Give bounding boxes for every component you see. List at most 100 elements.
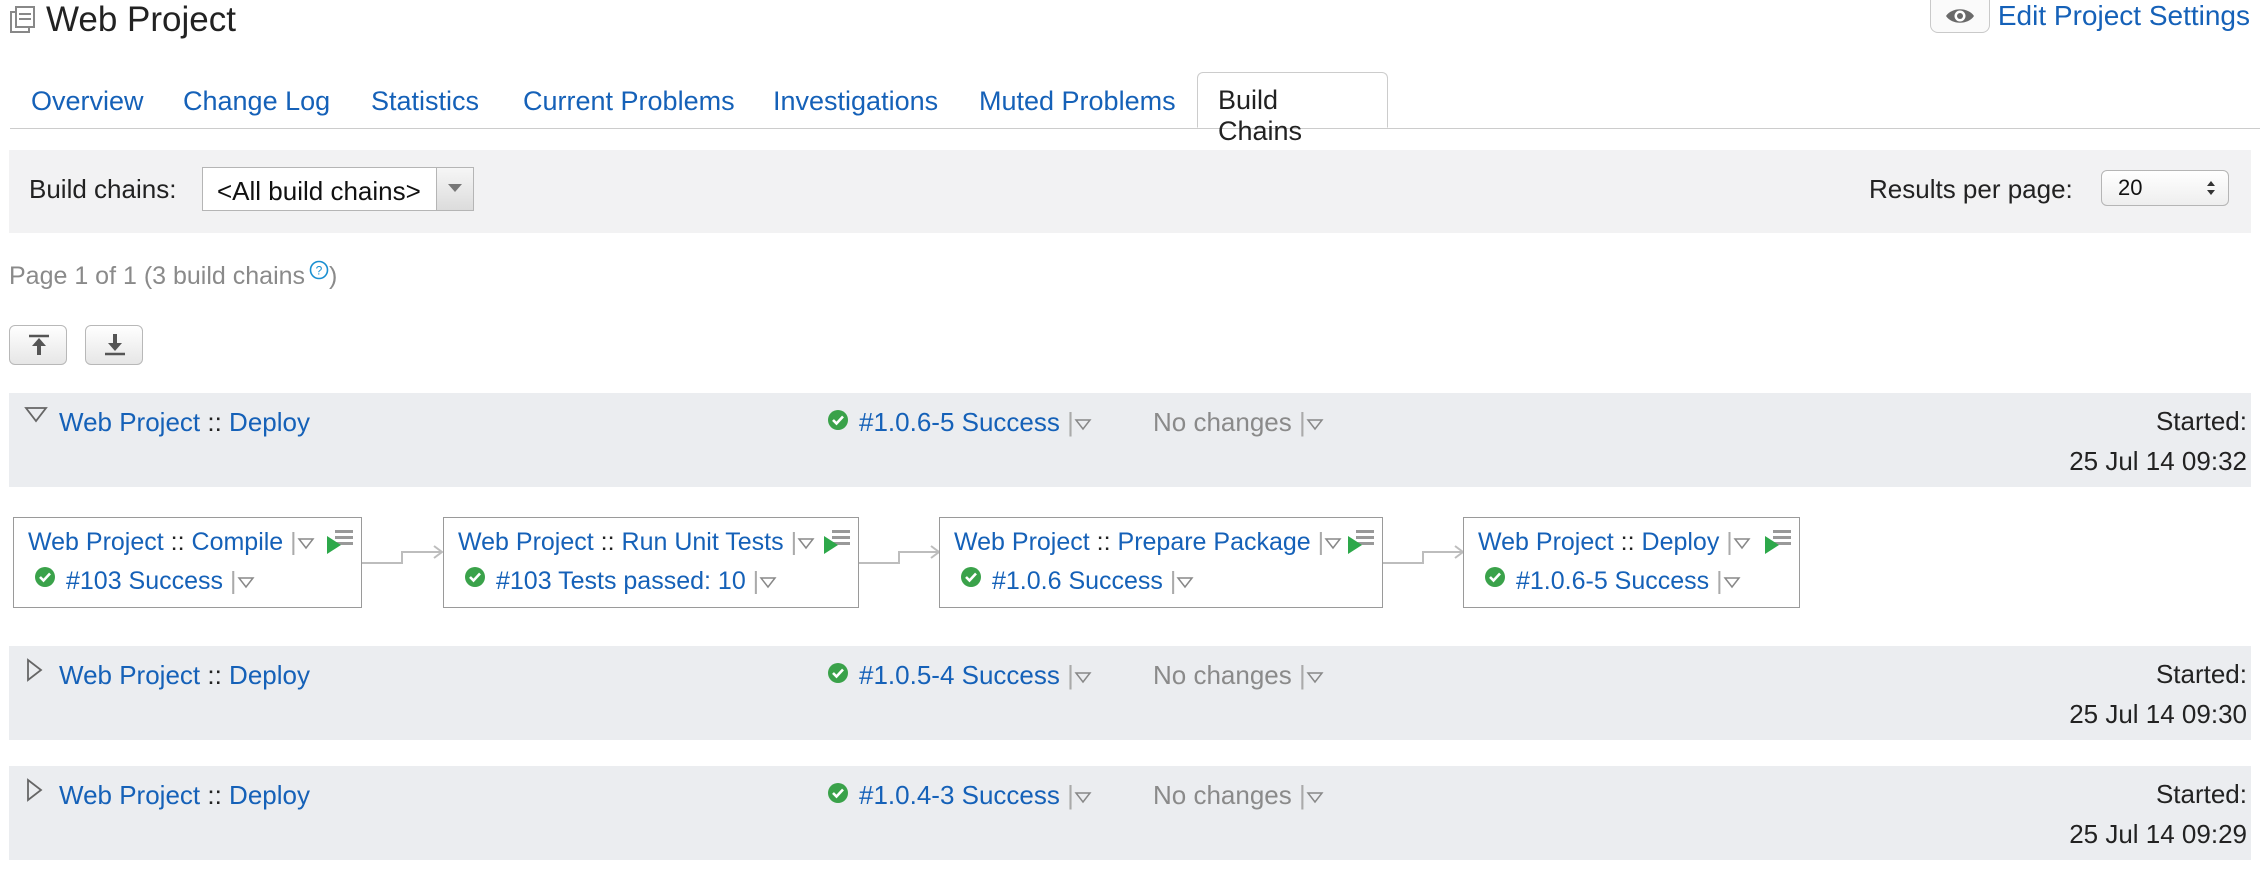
config-link[interactable]: Compile xyxy=(192,528,284,556)
chain-changes: No changes | xyxy=(1153,780,1324,811)
build-status-link[interactable]: #103 Success xyxy=(66,567,223,595)
select-arrows-icon xyxy=(2207,181,2215,195)
dropdown-triangle-icon[interactable] xyxy=(759,575,777,589)
separator: | xyxy=(1067,780,1074,810)
chain-build: #1.0.5-4 Success | xyxy=(827,660,1092,691)
chain-title-separator: :: xyxy=(200,407,230,437)
dropdown-triangle-icon[interactable] xyxy=(1074,417,1092,431)
config-link[interactable]: Run Unit Tests xyxy=(622,528,784,556)
project-link[interactable]: Web Project xyxy=(59,780,200,810)
run-build-icon[interactable] xyxy=(325,528,355,561)
chain-node-deploy: Web Project :: Deploy | #1.0.6-5 Success… xyxy=(1463,517,1800,608)
build-status-link[interactable]: #1.0.5-4 Success xyxy=(859,660,1060,690)
dropdown-triangle-icon[interactable] xyxy=(1074,790,1092,804)
tab-bar: Overview Change Log Statistics Current P… xyxy=(10,72,2260,146)
chevron-down-icon xyxy=(448,184,462,192)
separator: | xyxy=(745,567,760,595)
config-link[interactable]: Deploy xyxy=(1642,528,1720,556)
build-status-link[interactable]: #1.0.6-5 Success xyxy=(859,407,1060,437)
dropdown-triangle-icon[interactable] xyxy=(297,536,315,550)
tab-overview[interactable]: Overview xyxy=(31,86,144,117)
edit-project-settings-link[interactable]: Edit Project Settings xyxy=(1998,0,2250,32)
chain-started: Started: 25 Jul 14 09:32 xyxy=(2069,401,2247,481)
dropdown-triangle-icon[interactable] xyxy=(1733,536,1751,550)
separator: | xyxy=(223,567,237,595)
tab-current-problems[interactable]: Current Problems xyxy=(523,86,735,117)
separator: | xyxy=(283,528,297,556)
config-link[interactable]: Deploy xyxy=(229,407,310,437)
expand-row-icon[interactable] xyxy=(24,658,44,687)
results-per-page-label: Results per page: xyxy=(1869,174,2073,204)
chain-title-separator: :: xyxy=(200,660,230,690)
tab-statistics[interactable]: Statistics xyxy=(371,86,479,117)
success-icon xyxy=(827,780,849,811)
project-link[interactable]: Web Project xyxy=(954,528,1090,556)
chain-node-prepare-package: Web Project :: Prepare Package | #1.0.6 … xyxy=(939,517,1383,608)
build-status-link[interactable]: #1.0.6-5 Success xyxy=(1516,567,1709,595)
build-chains-select[interactable]: <All build chains> xyxy=(202,167,474,211)
chain-started: Started: 25 Jul 14 09:30 xyxy=(2069,654,2247,734)
build-chains-label: Build chains: xyxy=(29,174,177,204)
project-link[interactable]: Web Project xyxy=(59,660,200,690)
project-link[interactable]: Web Project xyxy=(28,528,164,556)
config-link[interactable]: Prepare Package xyxy=(1118,528,1311,556)
dropdown-triangle-icon[interactable] xyxy=(1306,790,1324,804)
dropdown-triangle-icon[interactable] xyxy=(797,536,815,550)
dropdown-triangle-icon[interactable] xyxy=(1306,670,1324,684)
chain-node-title: Web Project :: Compile | xyxy=(28,528,315,557)
collapse-all-button[interactable] xyxy=(9,325,67,365)
tab-change-log[interactable]: Change Log xyxy=(183,86,330,117)
tab-investigations[interactable]: Investigations xyxy=(773,86,938,117)
success-icon xyxy=(1484,566,1506,595)
watch-button[interactable] xyxy=(1930,0,1990,33)
dropdown-triangle-icon[interactable] xyxy=(1074,670,1092,684)
results-per-page-value: 20 xyxy=(2118,175,2143,200)
tab-build-chains[interactable]: Build Chains xyxy=(1197,72,1388,146)
changes-text[interactable]: No changes xyxy=(1153,407,1292,437)
success-icon xyxy=(34,566,56,595)
chain-changes: No changes | xyxy=(1153,660,1324,691)
build-chains-select-value: <All build chains> xyxy=(217,176,421,206)
run-build-icon[interactable] xyxy=(822,528,852,561)
separator: | xyxy=(1162,567,1177,595)
dropdown-triangle-icon[interactable] xyxy=(1306,417,1324,431)
dropdown-triangle-icon[interactable] xyxy=(236,575,255,589)
build-status-link[interactable]: #1.0.6 Success xyxy=(992,567,1163,595)
build-status-link[interactable]: #1.0.4-3 Success xyxy=(859,780,1060,810)
separator: | xyxy=(783,528,798,556)
build-status-link[interactable]: #103 Tests passed: 10 xyxy=(496,567,746,595)
results-per-page-select[interactable]: 20 xyxy=(2101,170,2229,206)
project-link[interactable]: Web Project xyxy=(59,407,200,437)
chain-node-status: #1.0.6 Success | xyxy=(960,566,1194,596)
separator: | xyxy=(1719,528,1733,556)
chain-node-title: Web Project :: Deploy | xyxy=(1478,528,1751,557)
started-time: 25 Jul 14 09:32 xyxy=(2069,446,2247,476)
changes-text[interactable]: No changes xyxy=(1153,780,1292,810)
started-time: 25 Jul 14 09:29 xyxy=(2069,819,2247,849)
chain-started: Started: 25 Jul 14 09:29 xyxy=(2069,774,2247,854)
page-info-text: Page 1 of 1 (3 build chains xyxy=(9,262,306,290)
dropdown-triangle-icon[interactable] xyxy=(1723,575,1741,589)
project-link[interactable]: Web Project xyxy=(458,528,594,556)
tab-muted-problems[interactable]: Muted Problems xyxy=(979,86,1176,117)
dropdown-triangle-icon[interactable] xyxy=(1176,575,1194,589)
run-build-icon[interactable] xyxy=(1763,528,1793,561)
chain-node-separator: :: xyxy=(593,528,622,556)
chain-node-compile: Web Project :: Compile | #103 Success | xyxy=(13,517,362,608)
config-link[interactable]: Deploy xyxy=(229,660,310,690)
chain-arrow xyxy=(362,545,444,564)
collapse-row-icon[interactable] xyxy=(24,405,48,428)
project-link[interactable]: Web Project xyxy=(1478,528,1614,556)
chain-title: Web Project :: Deploy xyxy=(59,780,310,811)
run-build-icon[interactable] xyxy=(1346,528,1376,561)
expand-all-button[interactable] xyxy=(85,325,143,365)
dropdown-triangle-icon[interactable] xyxy=(1324,536,1342,550)
chain-node-separator: :: xyxy=(163,528,192,556)
config-link[interactable]: Deploy xyxy=(229,780,310,810)
collapse-all-icon xyxy=(29,334,49,355)
success-icon xyxy=(827,660,849,691)
build-chains-dropdown-button[interactable] xyxy=(436,168,473,210)
help-icon[interactable]: ? xyxy=(309,258,329,287)
changes-text[interactable]: No changes xyxy=(1153,660,1292,690)
expand-row-icon[interactable] xyxy=(24,778,44,807)
